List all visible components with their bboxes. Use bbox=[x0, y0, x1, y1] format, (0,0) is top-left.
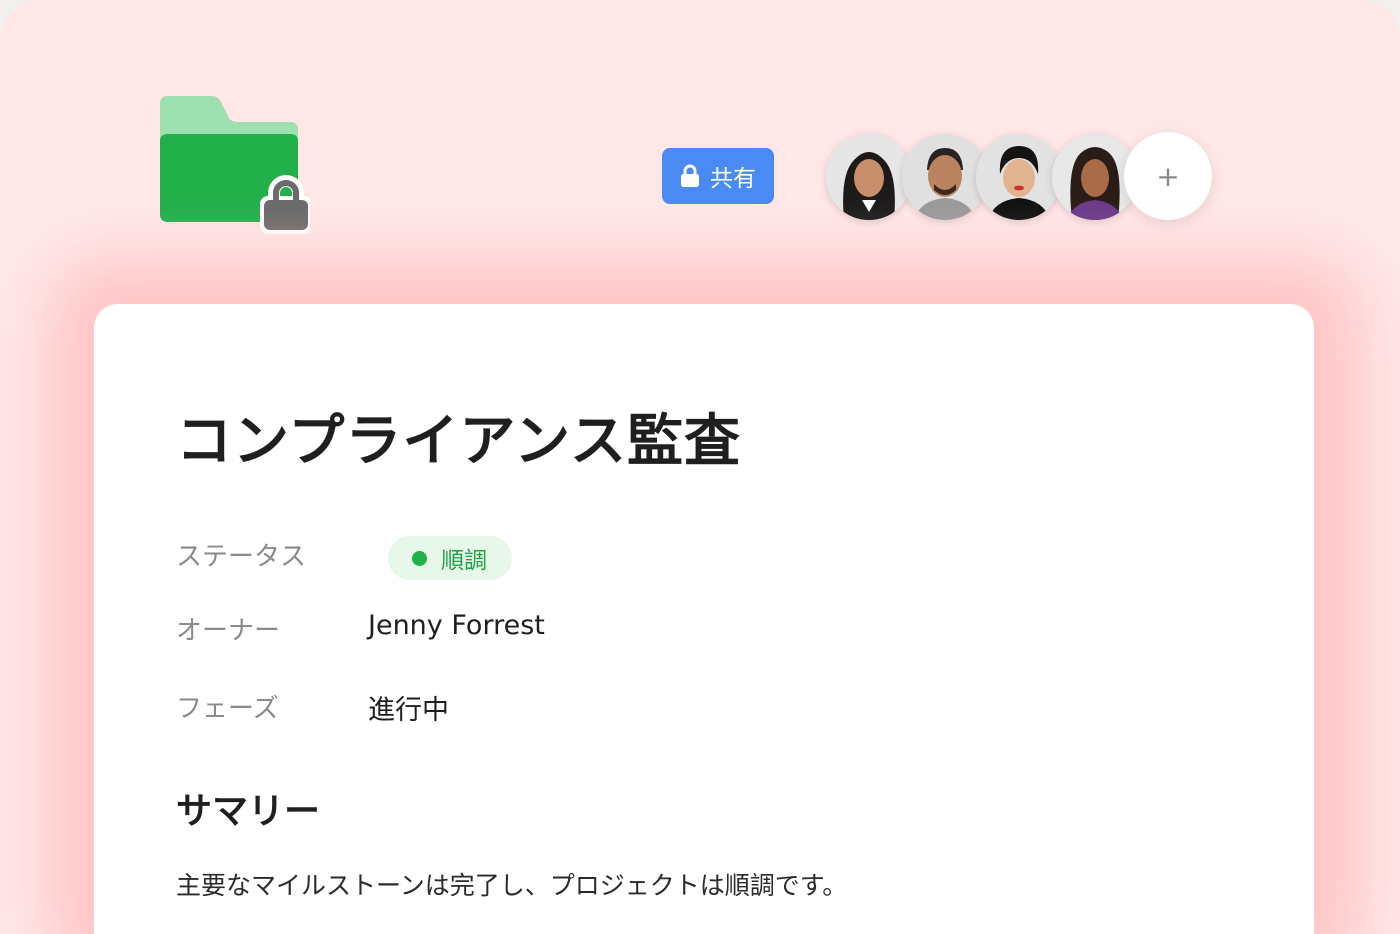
page-title: コンプライアンス監査 bbox=[176, 409, 741, 474]
lock-icon bbox=[681, 164, 699, 187]
owner-label: オーナー bbox=[176, 616, 281, 646]
member-avatars: + bbox=[826, 132, 1216, 220]
shared-label: 共有 bbox=[710, 166, 756, 192]
project-card: コンプライアンス監査 ステータス 順調 オーナー Jenny Forrest フ… bbox=[94, 304, 1314, 934]
member-avatar[interactable] bbox=[826, 134, 912, 220]
status-badge: 順調 bbox=[388, 536, 512, 580]
member-avatar[interactable] bbox=[976, 134, 1062, 220]
owner-value: Jenny Forrest bbox=[368, 610, 545, 641]
background-panel: 共有 + コンプライアンス監査 ステータス 順調 オーナー Jenny Forr… bbox=[0, 0, 1400, 934]
phase-label: フェーズ bbox=[176, 694, 279, 724]
status-value: 順調 bbox=[441, 548, 487, 574]
phase-value: 進行中 bbox=[368, 695, 449, 726]
status-label: ステータス bbox=[176, 542, 307, 572]
shared-badge[interactable]: 共有 bbox=[662, 148, 774, 204]
summary-text: 主要なマイルストーンは完了し、プロジェクトは順調です。 bbox=[176, 871, 848, 900]
locked-folder-icon bbox=[160, 96, 310, 236]
status-dot-icon bbox=[412, 550, 427, 566]
add-member-button[interactable]: + bbox=[1124, 132, 1212, 220]
add-member-label: + bbox=[1156, 159, 1180, 193]
summary-heading: サマリー bbox=[176, 791, 321, 832]
